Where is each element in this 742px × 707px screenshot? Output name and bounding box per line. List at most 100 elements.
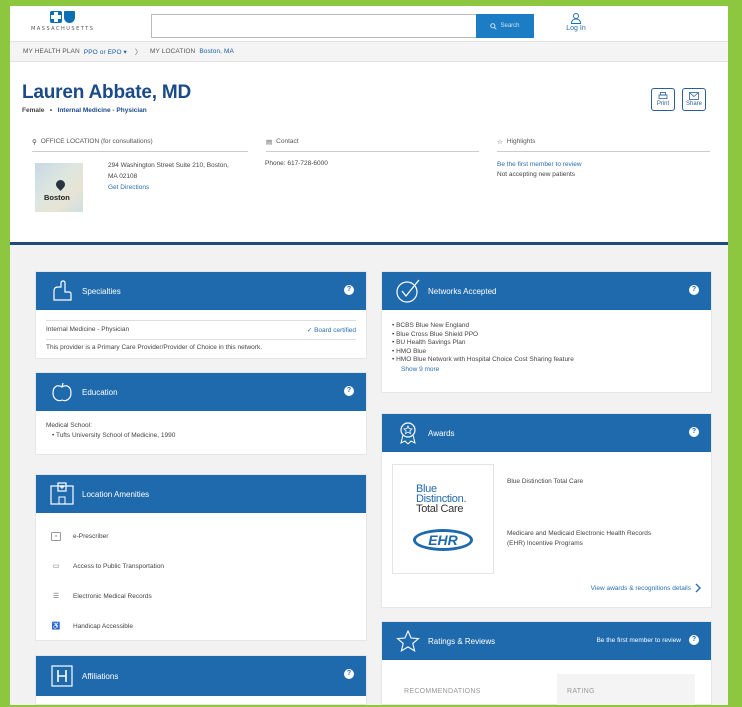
network-item: BCBS Blue New England (392, 322, 701, 331)
user-icon (570, 13, 582, 24)
ratings-title: Ratings & Reviews (428, 636, 496, 646)
print-button[interactable]: Print (651, 88, 675, 111)
checkmark-circle-icon (394, 279, 422, 303)
provider-name: Lauren Abbate, MD (22, 82, 192, 103)
network-item: HMO Blue Network with Hospital Choice Co… (392, 356, 701, 365)
networks-title: Networks Accepted (428, 286, 497, 296)
search-input[interactable] (151, 14, 476, 38)
amenities-header: Location Amenities (36, 475, 366, 513)
login-label: Log In (566, 25, 586, 32)
apple-icon (48, 380, 76, 404)
bcbs-logo[interactable]: MASSACHUSETTS (31, 11, 93, 39)
location-link[interactable]: Boston, MA (199, 48, 234, 55)
wheelchair-icon: ♿ (51, 623, 61, 630)
office-address: 294 Washington Street Suite 210, Boston,… (108, 160, 266, 193)
amenity-label: Electronic Medical Records (73, 592, 152, 600)
office-location-heading: ⚲ OFFICE LOCATION (for consultations) (32, 138, 248, 152)
details-area: Specialties ? Internal Medicine - Physic… (10, 245, 728, 705)
share-label: Share (685, 101, 702, 107)
provider-gender: Female (22, 107, 45, 114)
address-line-1: 294 Washington Street Suite 210, Boston, (108, 162, 229, 169)
ratings-header: Ratings & Reviews Be the first member to… (382, 622, 711, 660)
amenities-title: Location Amenities (82, 489, 150, 499)
award-logos: Blue Distinction. Total Care EHR (392, 464, 494, 574)
network-item: BU Health Savings Plan (392, 339, 701, 348)
amenity-item: ☰ Electronic Medical Records (46, 581, 356, 611)
network-item: Blue Cross Blue Shield PPO (392, 331, 701, 340)
share-button[interactable]: Share (682, 88, 706, 111)
contact-label: Contact (276, 138, 299, 145)
office-map[interactable]: Boston (35, 163, 83, 212)
pcp-note: This provider is a Primary Care Provider… (46, 344, 263, 351)
education-school: • Tufts University School of Medicine, 1… (52, 432, 176, 439)
ratings-card: Ratings & Reviews Be the first member to… (381, 621, 712, 705)
hand-stethoscope-icon (48, 279, 76, 303)
star-icon: ☆ (497, 139, 503, 146)
hospital-h-icon (48, 664, 76, 688)
health-plan-label: MY HEALTH PLAN (23, 48, 80, 55)
specialty-item: Internal Medicine - Physician (46, 326, 130, 333)
print-label: Print (656, 101, 670, 107)
networks-header: Networks Accepted ? (382, 272, 711, 310)
location-amenities-card: Location Amenities ▫ e-Prescriber ▭ Acce… (35, 474, 367, 641)
health-plan-select[interactable]: PPO or EPO ▾ (84, 48, 127, 56)
networks-card: Networks Accepted ? BCBS Blue New Englan… (381, 271, 712, 393)
specialties-header: Specialties ? (36, 272, 366, 310)
search-button-label: Search (500, 23, 520, 29)
awards-header: Awards ? (382, 414, 711, 452)
view-awards-link[interactable]: View awards & recognitions details (591, 583, 701, 593)
bus-icon: ▭ (52, 563, 60, 570)
provider-header: Lauren Abbate, MD Female • Internal Medi… (10, 63, 728, 240)
award-ehr-line-1: Medicare and Medicaid Electronic Health … (507, 530, 652, 537)
board-certified-badge: ✓ Board certified (306, 327, 356, 334)
office-location-label: OFFICE LOCATION (for consultations) (40, 138, 153, 145)
affiliations-help-icon[interactable]: ? (344, 669, 354, 679)
breadcrumb: MY HEALTH PLAN PPO or EPO ▾ 〉 MY LOCATIO… (10, 42, 728, 62)
top-bar: MASSACHUSETTS Search Log In (10, 6, 728, 42)
amenity-item: ▫ e-Prescriber (46, 521, 356, 551)
first-review-link[interactable]: Be the first member to review (497, 160, 582, 170)
awards-title: Awards (428, 428, 455, 438)
ratings-first-review-link[interactable]: Be the first member to review (596, 637, 681, 644)
networks-list: BCBS Blue New England Blue Cross Blue Sh… (392, 322, 701, 365)
education-help-icon[interactable]: ? (344, 386, 354, 396)
accepting-status: Not accepting new patients (497, 171, 576, 178)
blue-cross-icon (49, 11, 62, 23)
search-icon (490, 22, 498, 30)
network-item: HMO Blue (392, 348, 701, 357)
affiliations-header: Affiliations ? (36, 656, 366, 696)
award-blue-distinction: Blue Distinction Total Care (507, 478, 584, 485)
education-header: Education ? (36, 373, 366, 411)
browser-page: MASSACHUSETTS Search Log In MY HEALTH PL… (10, 6, 728, 705)
show-more-networks-link[interactable]: Show 9 more (392, 365, 701, 374)
address-line-2: MA 02108 (108, 173, 138, 180)
affiliations-card: Affiliations ? (35, 655, 367, 705)
awards-help-icon[interactable]: ? (689, 427, 699, 437)
recommendations-box: RECOMMENDATIONS (394, 674, 554, 705)
specialties-help-icon[interactable]: ? (344, 285, 354, 295)
star-outline-icon (394, 629, 422, 653)
amenity-label: e-Prescriber (73, 532, 109, 540)
blue-distinction-logo: Blue Distinction. Total Care (416, 484, 467, 515)
view-awards-label: View awards & recognitions details (590, 584, 691, 592)
amenity-item: ♿ Handicap Accessible (46, 611, 356, 641)
rating-label: RATING (567, 688, 595, 695)
networks-help-icon[interactable]: ? (689, 285, 699, 295)
education-label: Medical School: (46, 422, 92, 429)
award-ehr: Medicare and Medicaid Electronic Health … (507, 529, 651, 549)
chevron-right-icon: 〉 (134, 48, 143, 56)
hospital-building-icon (48, 482, 76, 506)
highlights-label: Highlights (506, 138, 536, 145)
search-button[interactable]: Search (476, 14, 534, 38)
contact-heading: ▤ Contact (266, 138, 479, 152)
bd-line-3: Total Care (416, 503, 464, 515)
affiliations-title: Affiliations (82, 671, 119, 681)
get-directions-link[interactable]: Get Directions (108, 182, 266, 193)
e-prescriber-icon: ▫ (51, 531, 61, 541)
highlights-heading: ☆ Highlights (497, 138, 710, 152)
brand-state: MASSACHUSETTS (31, 26, 95, 32)
contact-card-icon: ▤ (266, 139, 273, 146)
ratings-help-icon[interactable]: ? (689, 635, 699, 645)
specialties-title: Specialties (82, 286, 121, 296)
login-button[interactable]: Log In (563, 12, 589, 32)
